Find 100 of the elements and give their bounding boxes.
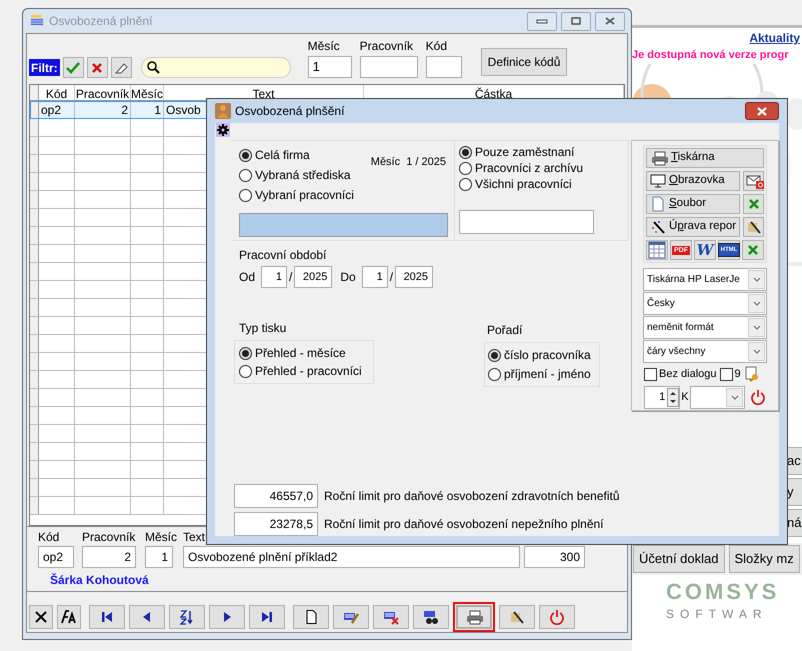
toolbar-button[interactable]: [333, 605, 369, 629]
toolbar-button[interactable]: [57, 605, 81, 629]
checkbox[interactable]: 9: [720, 366, 741, 382]
minimize-icon: [536, 17, 548, 25]
spin-field[interactable]: 1: [644, 386, 680, 408]
row-header: [30, 119, 39, 136]
month-field[interactable]: 1: [261, 266, 288, 288]
dropdown[interactable]: Tiskárna HP LaserJe: [643, 268, 767, 291]
maximize-button[interactable]: [561, 12, 591, 30]
year-field[interactable]: 2025: [294, 266, 332, 288]
toolbar-button[interactable]: [499, 605, 535, 629]
input-field[interactable]: Osvobozené plnění příklad2: [183, 546, 520, 568]
magic-wand-icon: [650, 219, 666, 235]
radio-button[interactable]: [459, 178, 472, 190]
icon-button[interactable]: [743, 217, 764, 237]
clear-filter-button[interactable]: [86, 57, 108, 78]
field-label: Kód: [426, 38, 448, 55]
chevron-down-icon: [752, 277, 760, 282]
month-info: Měsíc 1 / 2025: [370, 155, 446, 170]
dropdown[interactable]: čáry všechny: [643, 340, 767, 363]
toolbar-button[interactable]: [89, 605, 125, 629]
background-button[interactable]: ná: [787, 509, 802, 537]
input-field[interactable]: 300: [524, 546, 585, 568]
eraser-button[interactable]: [110, 57, 132, 78]
code-definition-button[interactable]: Definice kódů: [480, 48, 568, 76]
radio-label: Všichni pracovníci: [475, 176, 572, 193]
dropdown[interactable]: Česky: [643, 292, 767, 315]
input-field[interactable]: 2: [82, 546, 136, 568]
input-field[interactable]: 23278,5: [234, 512, 318, 536]
table-cell-text: Osvob: [166, 102, 201, 118]
dialog-title: Osvobozená plnšění: [235, 103, 344, 120]
close-button[interactable]: [745, 102, 779, 120]
column-header: Měsíc: [131, 86, 164, 100]
toolbar-button[interactable]: [456, 605, 492, 629]
dropdown[interactable]: neměnit formát: [643, 316, 767, 339]
check-icon: [66, 62, 80, 74]
apply-filter-button[interactable]: [62, 57, 84, 78]
output-button[interactable]: Úprava repor: [646, 217, 740, 237]
news-link[interactable]: Aktuality: [749, 29, 800, 47]
radio-label: Pracovníci z archívu: [475, 160, 584, 177]
output-button[interactable]: Soubor: [646, 194, 740, 214]
selection-field[interactable]: [239, 213, 448, 237]
output-button[interactable]: Tiskárna: [646, 148, 764, 168]
separator-text: /: [289, 269, 292, 286]
maximize-icon: [570, 17, 582, 25]
checkbox[interactable]: Bez dialogu: [644, 366, 716, 382]
radio-button[interactable]: [239, 168, 252, 182]
skip-back-icon: [99, 609, 115, 625]
input-field[interactable]: 46557,0: [234, 484, 318, 508]
input-field[interactable]: 1: [145, 546, 173, 568]
chevron-down-icon: [752, 349, 760, 354]
chevron-down-icon: [752, 301, 760, 306]
row-header: [30, 425, 39, 442]
input-field[interactable]: op2: [38, 546, 74, 568]
radio-button[interactable]: [239, 148, 252, 162]
column-header: Text: [252, 86, 274, 100]
radio-button[interactable]: [459, 146, 472, 158]
toolbar-button[interactable]: [293, 605, 329, 629]
tab-button[interactable]: Složky mz: [728, 545, 800, 573]
minimize-button[interactable]: [527, 12, 557, 30]
radio-button[interactable]: [488, 348, 501, 362]
input-field[interactable]: [360, 56, 418, 78]
input-field[interactable]: [426, 56, 462, 78]
month-field[interactable]: 1: [362, 266, 388, 288]
search-field[interactable]: [140, 57, 291, 78]
input-field[interactable]: 1: [308, 56, 352, 78]
chevron-down-icon: [730, 394, 738, 400]
close-button[interactable]: [595, 12, 625, 30]
x-icon: [91, 62, 104, 74]
eraser-icon: [114, 62, 128, 74]
toolbar-button[interactable]: [29, 605, 53, 629]
printer-icon: [465, 609, 483, 625]
radio-button[interactable]: [459, 162, 472, 174]
toolbar-button[interactable]: [249, 605, 285, 629]
row-header: [30, 299, 39, 316]
radio-button[interactable]: [239, 364, 252, 378]
section-title: Pořadí: [487, 322, 524, 339]
toolbar-button[interactable]: [413, 605, 449, 629]
monitor-icon: [650, 173, 666, 189]
row-header: [30, 407, 39, 424]
app-icon: [29, 14, 45, 28]
background-button[interactable]: ac: [787, 447, 802, 475]
year-field[interactable]: 2025: [395, 266, 434, 288]
toolbar-button[interactable]: [169, 605, 205, 629]
close-icon: [33, 609, 49, 625]
toolbar-button[interactable]: [373, 605, 409, 629]
text-field[interactable]: [459, 210, 594, 234]
export-button[interactable]: [646, 240, 668, 260]
radio-button[interactable]: [239, 188, 252, 202]
row-header: [30, 335, 39, 352]
spreadsheet-icon: [746, 196, 762, 212]
tab-button[interactable]: Účetní doklad: [633, 545, 724, 573]
icon-button[interactable]: [743, 171, 764, 191]
toolbar-button[interactable]: [209, 605, 245, 629]
toolbar-button[interactable]: [129, 605, 165, 629]
radio-button[interactable]: [239, 346, 252, 360]
output-button[interactable]: Obrazovka: [646, 171, 740, 191]
radio-button[interactable]: [488, 368, 501, 380]
filter-label: Filtr:: [29, 59, 60, 76]
field-label: Text: [183, 529, 206, 546]
